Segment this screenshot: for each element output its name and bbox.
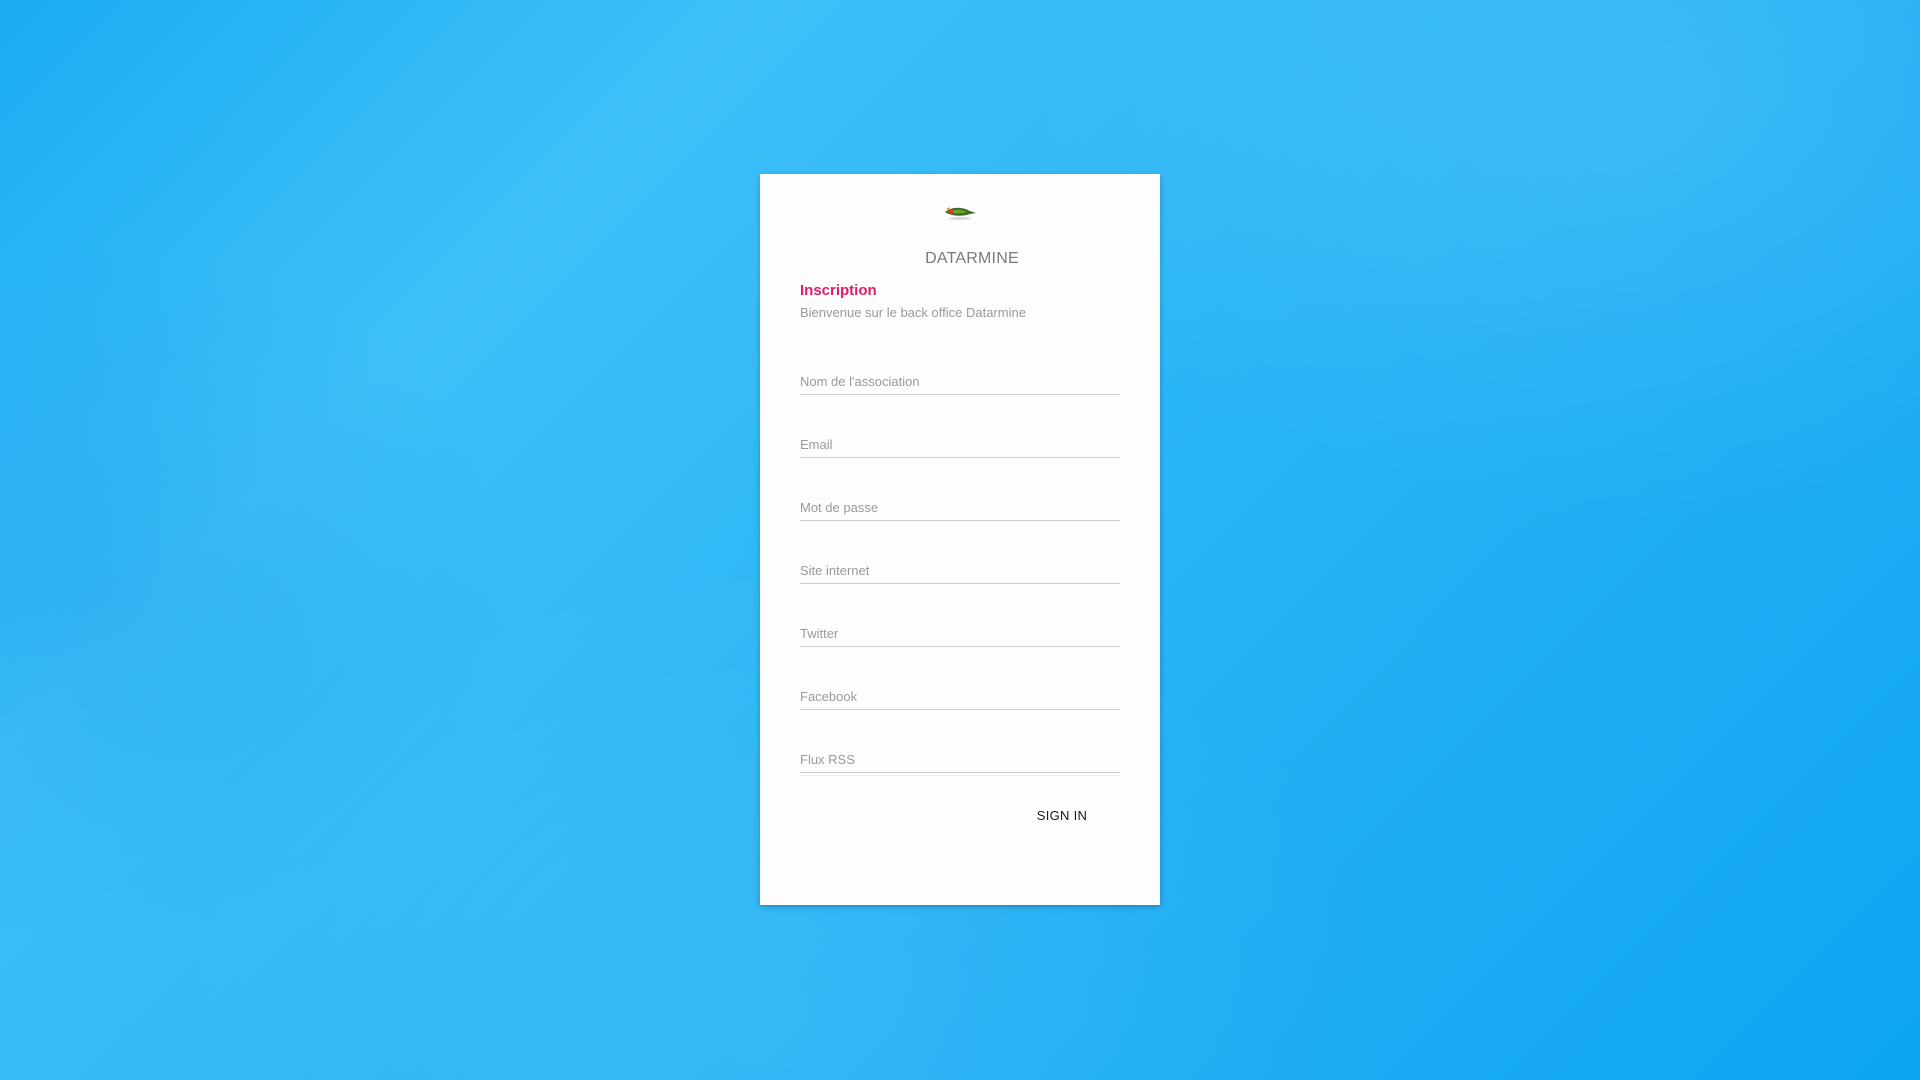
password-field	[800, 480, 1120, 521]
facebook-field	[800, 669, 1120, 710]
email-input[interactable]	[800, 437, 1120, 452]
signup-card: DATARMINE Inscription Bienvenue sur le b…	[760, 174, 1160, 905]
association-name-field	[800, 354, 1120, 395]
bird-logo-icon	[945, 207, 976, 221]
rss-feed-field	[800, 732, 1120, 773]
form-divider	[800, 775, 1120, 776]
form-fields	[800, 354, 1120, 795]
form-title: Inscription	[800, 282, 877, 299]
website-input[interactable]	[800, 563, 1120, 578]
email-field	[800, 417, 1120, 458]
twitter-input[interactable]	[800, 626, 1120, 641]
website-field	[800, 543, 1120, 584]
rss-feed-input[interactable]	[800, 752, 1120, 767]
twitter-field	[800, 606, 1120, 647]
sign-in-button[interactable]: SIGN IN	[1022, 797, 1102, 833]
form-subtitle: Bienvenue sur le back office Datarmine	[800, 305, 1026, 320]
brand-name: DATARMINE	[925, 250, 1019, 267]
facebook-input[interactable]	[800, 689, 1120, 704]
association-name-input[interactable]	[800, 374, 1120, 389]
password-input[interactable]	[800, 500, 1120, 515]
